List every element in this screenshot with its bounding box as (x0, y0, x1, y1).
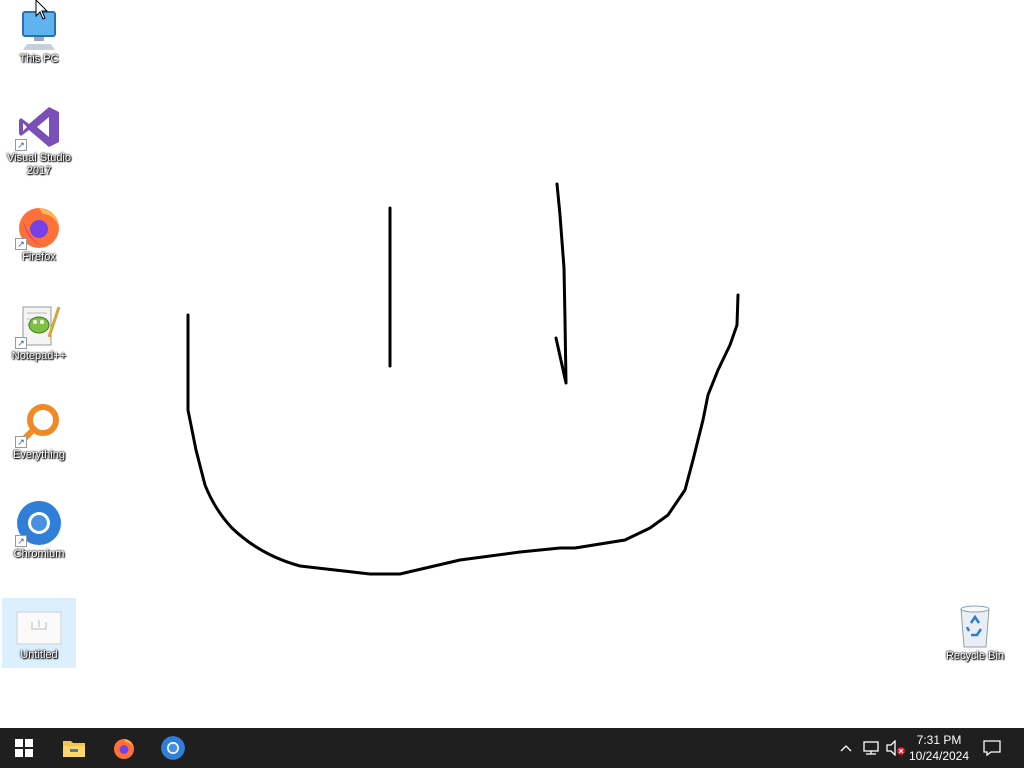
show-hidden-icons-button[interactable] (836, 728, 856, 768)
right-eye-stroke (554, 182, 568, 385)
notification-icon (983, 740, 1001, 756)
firefox-icon (114, 739, 134, 759)
desktop-icon-chromium[interactable]: ↗ Chromium (2, 497, 76, 567)
network-tray-button[interactable] (860, 728, 882, 768)
blank-document-icon (15, 600, 63, 648)
network-icon (863, 741, 879, 755)
shortcut-arrow-icon: ↗ (15, 337, 27, 349)
desktop-icon-everything[interactable]: ↗ Everything (2, 398, 76, 468)
freehand-drawing (186, 182, 740, 576)
desktop-icon-label: Recycle Bin (945, 650, 1005, 662)
desktop-icon-label: Everything (13, 449, 65, 461)
mouse-pointer-icon (35, 0, 49, 20)
start-button[interactable] (0, 728, 48, 768)
shortcut-arrow-icon: ↗ (15, 238, 27, 250)
desktop-icon-label: Visual Studio 2017 (6, 152, 71, 177)
chromium-taskbar-button[interactable] (149, 728, 197, 768)
shortcut-arrow-icon: ↗ (15, 535, 27, 547)
recycle-bin-icon (951, 601, 999, 649)
chromium-icon (161, 736, 185, 760)
volume-tray-button[interactable] (884, 728, 906, 768)
everything-search-icon: ↗ (15, 400, 63, 448)
taskbar: 7:31 PM 10/24/2024 (0, 728, 1024, 768)
firefox-taskbar-button[interactable] (100, 728, 148, 768)
visual-studio-icon: ↗ (15, 103, 63, 151)
firefox-icon: ↗ (15, 202, 63, 250)
action-center-button[interactable] (978, 728, 1006, 768)
folder-icon (63, 741, 85, 757)
clock-time: 7:31 PM (916, 733, 962, 747)
desktop-icon-label: Untitled (20, 649, 58, 661)
desktop-icon-label: This PC (19, 53, 59, 65)
desktop-icon-notepad-plus-plus[interactable]: ↗ Notepad++ (2, 299, 76, 369)
desktop-icon-untitled[interactable]: Untitled (2, 598, 76, 668)
volume-muted-icon (886, 740, 905, 756)
notepad-plus-plus-icon: ↗ (15, 301, 63, 349)
desktop-icon-firefox[interactable]: ↗ Firefox (2, 200, 76, 270)
shortcut-arrow-icon: ↗ (15, 139, 27, 151)
windows-logo-icon (15, 739, 33, 757)
taskbar-clock[interactable]: 7:31 PM 10/24/2024 (904, 732, 974, 764)
desktop-icon-recycle-bin[interactable]: Recycle Bin (938, 599, 1012, 669)
chevron-up-icon (840, 745, 852, 752)
mouth-stroke (186, 293, 740, 576)
file-explorer-button[interactable] (50, 728, 98, 768)
desktop-icon-visual-studio[interactable]: ↗ Visual Studio 2017 (2, 101, 76, 177)
chromium-icon: ↗ (15, 499, 63, 547)
clock-date: 10/24/2024 (908, 749, 970, 763)
shortcut-arrow-icon: ↗ (15, 436, 27, 448)
desktop-icon-label: Chromium (13, 548, 65, 560)
desktop-icon-label: Notepad++ (11, 350, 67, 362)
desktop-icon-label: Firefox (22, 251, 56, 263)
